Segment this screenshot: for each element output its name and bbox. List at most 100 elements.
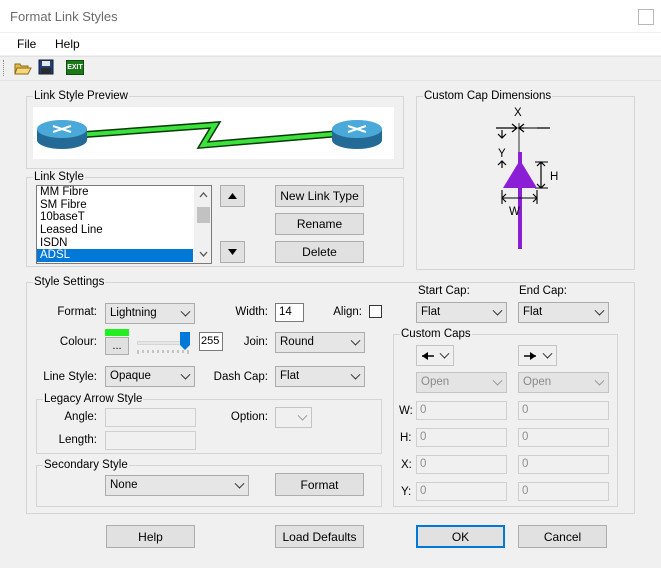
list-item[interactable]: MM Fibre — [37, 186, 211, 199]
new-link-type-button[interactable]: New Link Type — [275, 185, 364, 207]
arrow-left-icon — [422, 352, 434, 360]
link-style-list[interactable]: MM Fibre SM Fibre 10baseT Leased Line IS… — [36, 185, 212, 264]
colour-picker-button[interactable]: ... — [105, 337, 129, 355]
end-cap-type-dropdown[interactable]: Open — [518, 372, 609, 393]
cap-w-label: W: — [399, 405, 413, 417]
colour-label: Colour: — [59, 336, 97, 348]
angle-label: Angle: — [64, 411, 97, 423]
cancel-button[interactable]: Cancel — [518, 525, 607, 548]
colour-slider-thumb[interactable] — [179, 331, 191, 351]
chevron-down-icon — [180, 306, 191, 317]
move-up-button[interactable] — [220, 185, 245, 207]
dim-w-label: W — [509, 206, 520, 218]
option-dropdown[interactable] — [275, 407, 312, 428]
arrow-right-icon — [524, 352, 536, 360]
chevron-down-icon — [350, 335, 361, 346]
dash-cap-dropdown[interactable]: Flat — [275, 366, 365, 387]
join-label: Join: — [243, 336, 268, 348]
chevron-down-icon — [542, 348, 553, 359]
menu-bar — [0, 33, 661, 55]
list-scrollbar[interactable] — [194, 186, 211, 263]
start-cap-w-field[interactable]: 0 — [416, 401, 507, 420]
start-cap-h-field[interactable]: 0 — [416, 428, 507, 447]
cap-h-label: H: — [400, 432, 412, 444]
chevron-down-icon — [594, 375, 605, 386]
end-cap-y-field[interactable]: 0 — [518, 482, 609, 501]
chevron-down-icon — [234, 478, 245, 489]
rename-button[interactable]: Rename — [275, 213, 364, 235]
chevron-down-icon — [439, 348, 450, 359]
option-label: Option: — [230, 411, 268, 423]
list-item[interactable]: SM Fibre — [37, 199, 211, 212]
load-defaults-button[interactable]: Load Defaults — [275, 525, 364, 548]
link-preview-drawing — [37, 120, 382, 150]
start-cap-dropdown[interactable]: Flat — [416, 302, 507, 323]
end-custom-cap-picker[interactable] — [518, 345, 557, 366]
dim-h-label: H — [550, 171, 559, 183]
angle-field[interactable] — [105, 408, 196, 427]
secondary-format-button[interactable]: Format — [275, 473, 364, 496]
link-preview-canvas — [33, 107, 394, 159]
ok-button[interactable]: OK — [416, 525, 505, 548]
length-field[interactable] — [105, 431, 196, 450]
chevron-down-icon — [180, 369, 191, 380]
end-cap-h-field[interactable]: 0 — [518, 428, 609, 447]
floppy-disk-icon[interactable] — [38, 59, 55, 76]
format-label: Format: — [57, 306, 97, 318]
help-button[interactable]: Help — [106, 525, 195, 548]
window-title: Format Link Styles — [10, 9, 118, 24]
list-item[interactable]: ISDN — [37, 237, 211, 250]
exit-icon[interactable]: EXIT — [66, 60, 84, 75]
cap-arrowhead — [503, 160, 537, 188]
list-item[interactable]: 10baseT — [37, 211, 211, 224]
secondary-style-label: Secondary Style — [43, 459, 129, 471]
cap-x-label: X: — [401, 459, 412, 471]
end-cap-dropdown[interactable]: Flat — [518, 302, 609, 323]
chevron-down-icon — [492, 375, 503, 386]
delete-button[interactable]: Delete — [275, 241, 364, 263]
align-label: Align: — [333, 306, 362, 318]
dim-x-label: X — [514, 107, 522, 119]
start-cap-x-field[interactable]: 0 — [416, 455, 507, 474]
toolbar — [0, 56, 661, 81]
secondary-style-dropdown[interactable]: None — [105, 475, 249, 496]
folder-open-icon[interactable] — [13, 59, 33, 77]
list-item-selected[interactable]: ADSL — [37, 249, 193, 263]
router-icon-left — [37, 120, 87, 149]
link-style-label: Link Style — [33, 171, 85, 183]
start-custom-cap-picker[interactable] — [416, 345, 454, 366]
chevron-down-icon — [492, 305, 503, 316]
line-style-label: Line Style: — [43, 371, 97, 383]
start-cap-label: Start Cap: — [418, 285, 470, 297]
list-item[interactable]: Leased Line — [37, 224, 211, 237]
move-down-button[interactable] — [220, 241, 245, 263]
router-icon-right — [332, 120, 382, 149]
triangle-up-icon — [228, 193, 237, 199]
menu-help[interactable]: Help — [55, 37, 80, 51]
cap-y-label: Y: — [401, 486, 412, 498]
format-dropdown[interactable]: Lightning — [105, 303, 195, 324]
chevron-down-icon — [297, 410, 308, 421]
align-checkbox[interactable] — [369, 305, 382, 318]
custom-cap-dimensions-label: Custom Cap Dimensions — [423, 90, 553, 102]
triangle-down-icon — [228, 249, 237, 255]
toolbar-grip[interactable] — [3, 60, 6, 76]
width-label: Width: — [235, 306, 268, 318]
end-cap-w-field[interactable]: 0 — [518, 401, 609, 420]
start-cap-y-field[interactable]: 0 — [416, 482, 507, 501]
start-cap-type-dropdown[interactable]: Open — [416, 372, 507, 393]
join-dropdown[interactable]: Round — [275, 332, 365, 353]
line-style-dropdown[interactable]: Opaque — [105, 366, 195, 387]
dash-cap-label: Dash Cap: — [213, 371, 268, 383]
menu-file[interactable]: File — [17, 37, 36, 51]
colour-swatch — [105, 329, 129, 336]
length-label: Length: — [58, 434, 97, 446]
end-cap-label: End Cap: — [519, 285, 567, 297]
end-cap-x-field[interactable]: 0 — [518, 455, 609, 474]
style-settings-label: Style Settings — [33, 276, 106, 288]
width-field[interactable]: 14 — [275, 303, 304, 322]
chevron-down-icon — [350, 369, 361, 380]
scrollbar-thumb — [197, 207, 210, 223]
dim-y-label: Y — [498, 148, 506, 160]
close-button[interactable] — [638, 9, 654, 25]
